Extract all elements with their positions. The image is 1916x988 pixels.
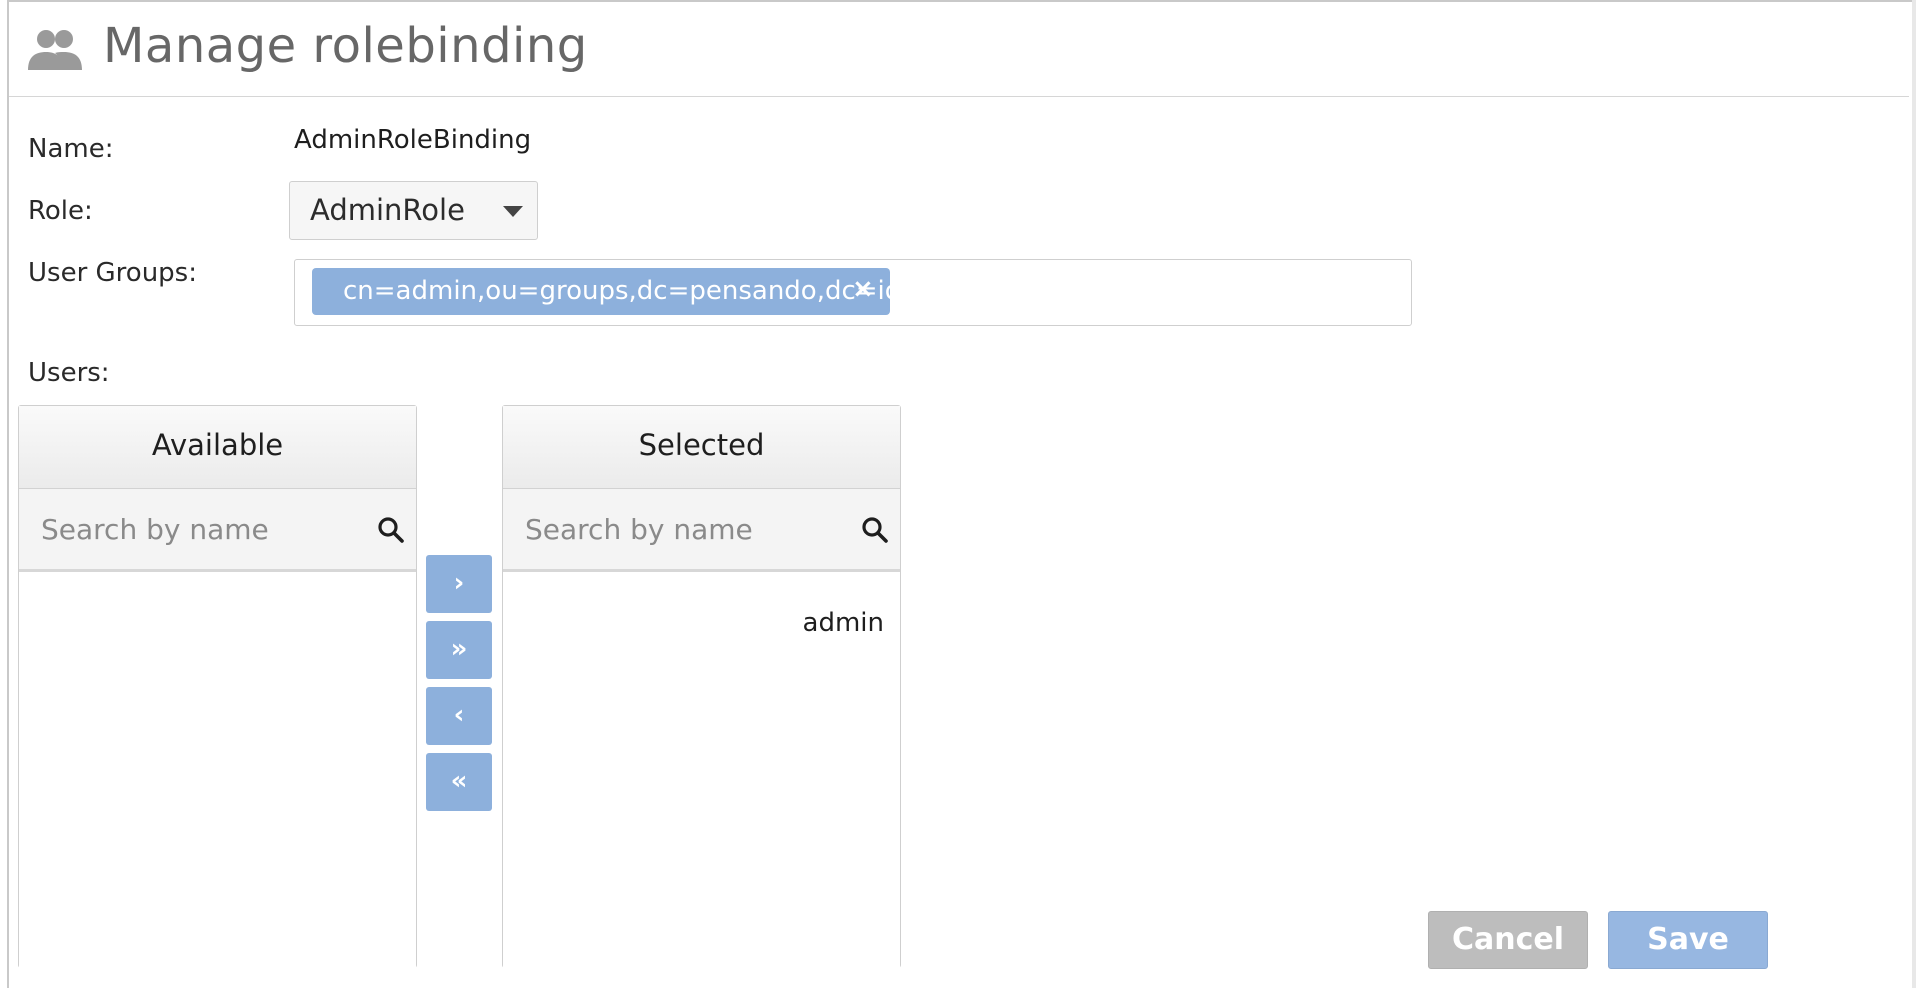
selected-list: admin [503,572,900,972]
page-title: Manage rolebinding [103,18,588,74]
user-groups-input[interactable]: cn=admin,ou=groups,dc=pensando,dc=io × [294,259,1412,326]
available-title: Available [151,428,284,462]
user-group-chip-label: cn=admin,ou=groups,dc=pensando,dc=io [343,276,901,306]
selected-search-input[interactable] [503,489,843,569]
available-panel: Available [18,405,417,972]
people-icon [28,30,82,70]
move-left-button[interactable]: ‹ [426,687,492,745]
search-icon[interactable] [861,516,889,544]
role-dropdown-value: AdminRole [310,193,465,227]
window-edge [1912,0,1916,988]
selected-header: Selected [503,406,900,489]
user-group-chip: cn=admin,ou=groups,dc=pensando,dc=io × [312,268,901,315]
selected-title: Selected [638,428,765,462]
caret-down-icon [503,206,523,217]
remove-chip-icon[interactable]: × [852,274,874,304]
role-dropdown[interactable]: AdminRole [289,181,538,240]
search-icon[interactable] [377,516,405,544]
user-groups-label: User Groups: [28,258,197,288]
available-search [19,489,416,572]
available-header: Available [19,406,416,489]
users-label: Users: [28,358,110,388]
available-list[interactable] [19,572,416,972]
move-right-button[interactable]: › [426,555,492,613]
move-all-right-button[interactable]: » [426,621,492,679]
name-label: Name: [28,134,114,164]
save-button[interactable]: Save [1608,911,1768,969]
list-item[interactable]: admin [803,608,884,638]
selected-search [503,489,900,572]
selected-panel: Selected admin [502,405,901,972]
move-all-left-button[interactable]: « [426,753,492,811]
dialog-header: Manage rolebinding [9,2,1909,97]
name-value: AdminRoleBinding [294,125,532,155]
role-label: Role: [28,196,93,226]
cancel-button[interactable]: Cancel [1428,911,1588,969]
available-search-input[interactable] [19,489,359,569]
